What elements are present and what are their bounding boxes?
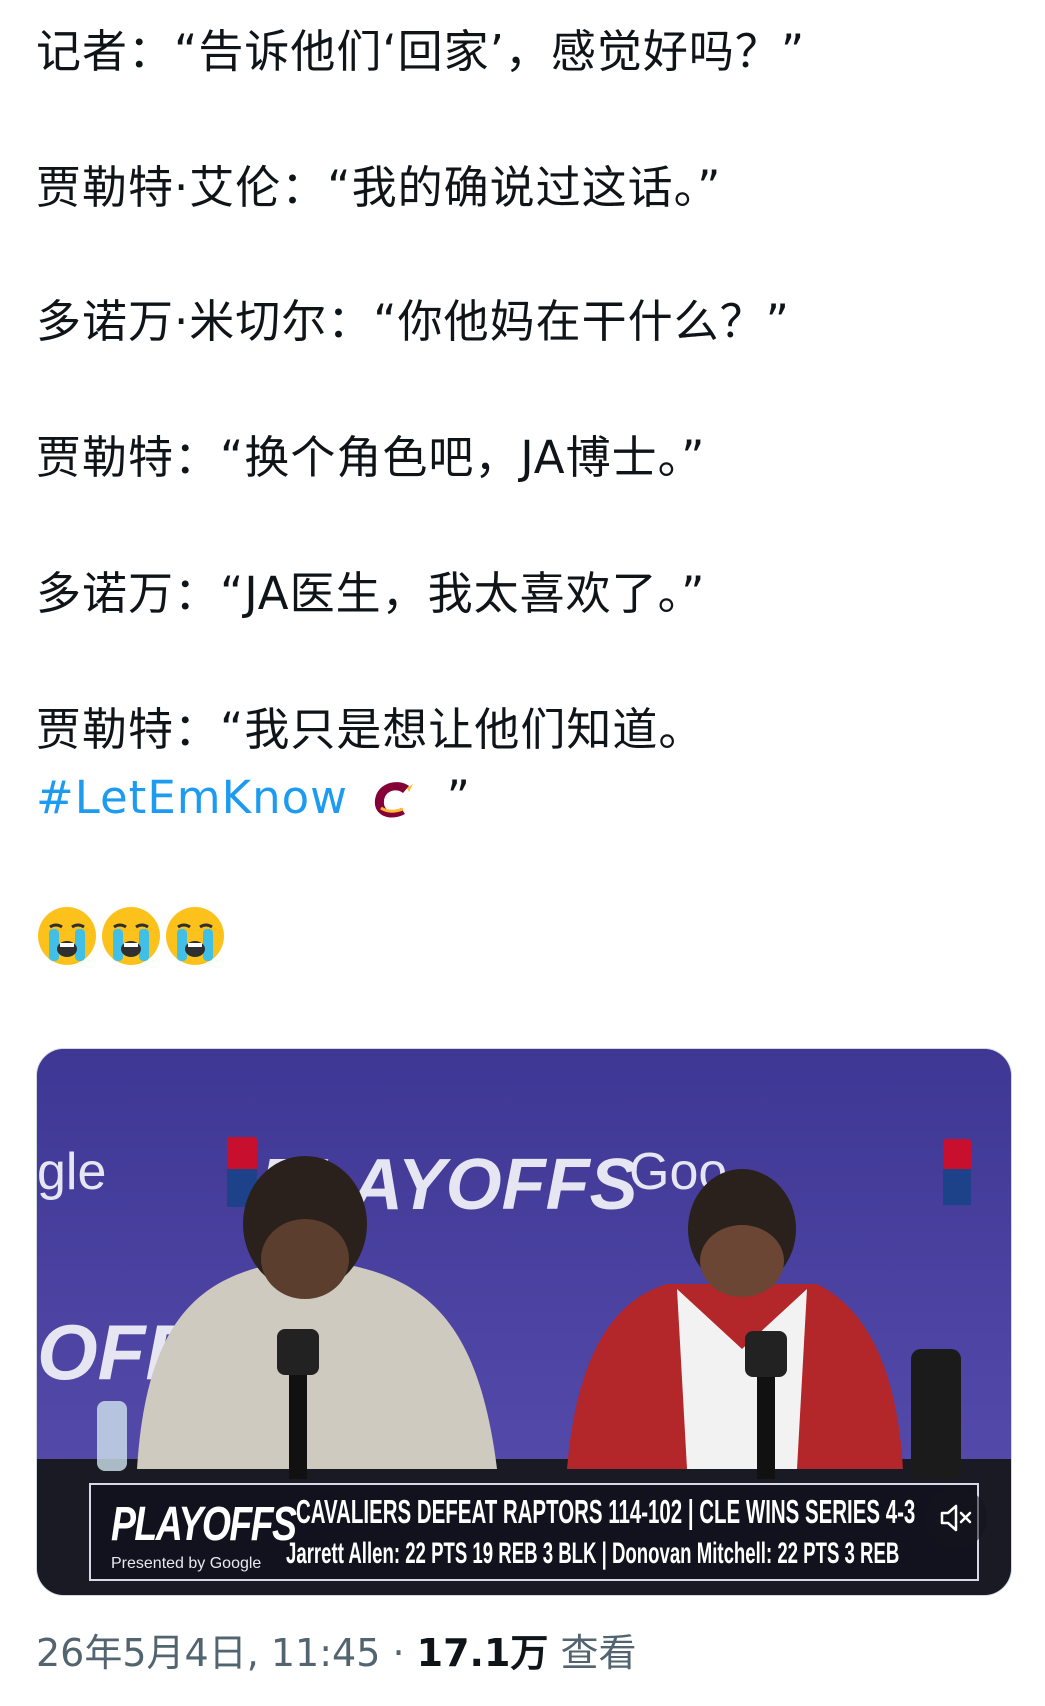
- speaker-muted-icon: [940, 1504, 972, 1532]
- tweet-text-line: 贾勒特：“我只是想让他们知道。: [36, 703, 705, 756]
- view-count[interactable]: 17.1万: [417, 1631, 549, 1675]
- tweet-text-line: 多诺万·米切尔：“你他妈在干什么？”: [36, 295, 790, 348]
- embedded-video[interactable]: gle Goo OFFS PLAYOFFS PLAYOFFS Presented…: [36, 1048, 1012, 1596]
- closing-quote: ”: [446, 771, 471, 824]
- banner-stats: Jarrett Allen: 22 PTS 19 REB 3 BLK | Don…: [286, 1537, 900, 1570]
- tweet: 记者：“告诉他们‘回家’，感觉好吗？” 贾勒特·艾伦：“我的确说过这话。” 多诺…: [0, 0, 1045, 1706]
- playoffs-brand: PLAYOFFS: [111, 1498, 297, 1551]
- score-banner: PLAYOFFS Presented by Google CAVALIERS D…: [89, 1483, 979, 1581]
- emoji-row: [36, 905, 226, 969]
- mute-button[interactable]: [925, 1487, 987, 1549]
- loudly-crying-face-icon: [102, 907, 160, 965]
- cavaliers-logo-icon: [375, 782, 414, 818]
- tweet-text-line: 记者：“告诉他们‘回家’，感觉好吗？”: [36, 25, 806, 78]
- tweet-text-line: 贾勒特·艾伦：“我的确说过这话。”: [36, 161, 722, 214]
- tweet-text-line: 多诺万：“JA医生，我太喜欢了。”: [36, 567, 706, 620]
- view-count-label: 查看: [548, 1631, 637, 1675]
- timestamp-link[interactable]: 26年5月4日, 11:45: [36, 1631, 380, 1675]
- tweet-text-line: #LetEmKnow ”: [36, 768, 471, 828]
- backdrop-text: gle: [37, 1143, 106, 1201]
- loudly-crying-face-icon: [38, 907, 96, 965]
- tweet-meta: 26年5月4日, 11:45 · 17.1万 查看: [36, 1628, 637, 1678]
- tweet-text-line: 贾勒特：“换个角色吧，JA博士。”: [36, 431, 706, 484]
- hashtag-link[interactable]: #LetEmKnow: [36, 771, 348, 824]
- meta-separator: ·: [380, 1631, 417, 1675]
- presented-by: Presented by Google: [111, 1555, 262, 1572]
- banner-headline: CAVALIERS DEFEAT RAPTORS 114-102 | CLE W…: [296, 1493, 916, 1530]
- loudly-crying-face-icon: [166, 907, 224, 965]
